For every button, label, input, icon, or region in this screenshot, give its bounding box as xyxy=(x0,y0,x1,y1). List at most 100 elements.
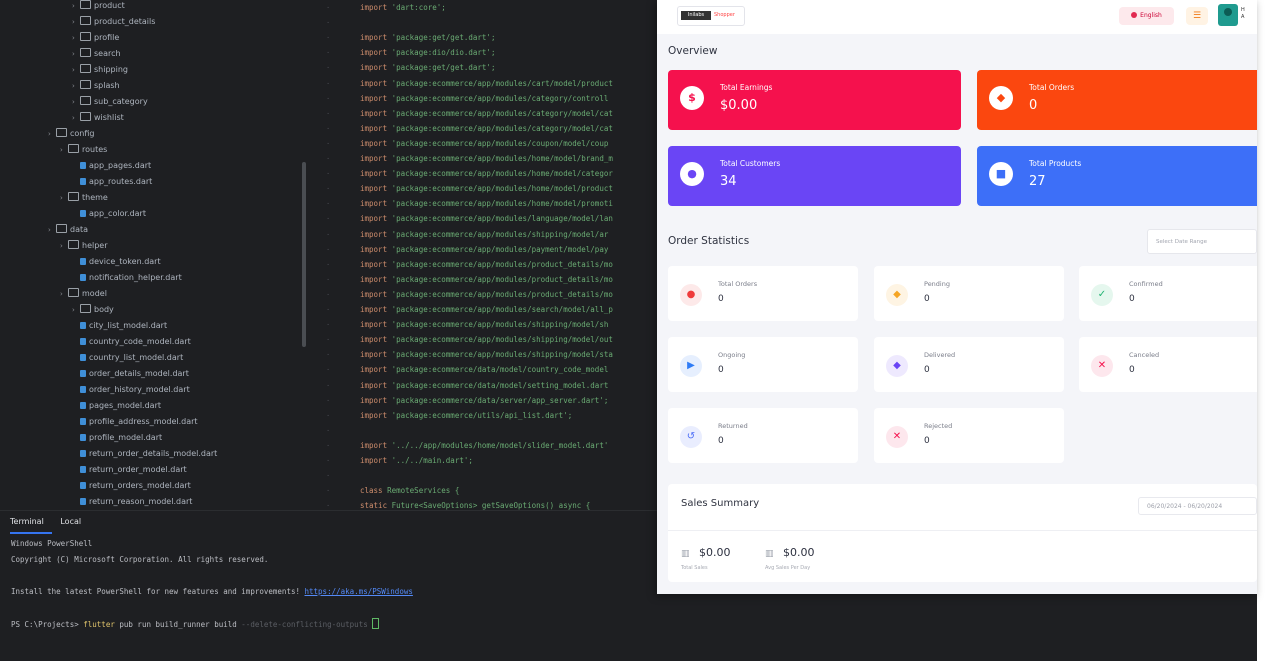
order-stat-card[interactable]: ◆ Delivered 0 xyxy=(874,337,1064,392)
chevron-right-icon[interactable]: › xyxy=(72,14,80,30)
chevron-right-icon[interactable]: › xyxy=(60,238,68,254)
chevron-right-icon[interactable]: › xyxy=(60,142,68,158)
explorer-item[interactable]: › sub_category xyxy=(72,94,148,110)
explorer-item-label: order_details_model.dart xyxy=(89,369,189,378)
explorer-scrollbar[interactable] xyxy=(302,162,306,347)
chevron-right-icon[interactable]: › xyxy=(72,94,80,110)
explorer-item[interactable]: country_list_model.dart xyxy=(72,350,183,366)
code-line: import 'package:ecommerce/app/modules/ho… xyxy=(360,154,613,163)
order-stat-label: Returned xyxy=(718,422,748,430)
total-customers-card[interactable]: ● Total Customers 34 xyxy=(668,146,961,206)
explorer-item[interactable]: › routes xyxy=(60,142,107,158)
chevron-right-icon[interactable]: › xyxy=(60,190,68,206)
terminal-link[interactable]: https://aka.ms/PSWindows xyxy=(305,587,413,596)
code-string: 'package:ecommerce/app/modules/shipping/… xyxy=(391,335,613,345)
tab-terminal[interactable]: Terminal xyxy=(10,517,44,526)
code-editor[interactable]: ··································· impo… xyxy=(312,0,658,510)
chevron-right-icon[interactable]: › xyxy=(48,222,56,238)
total-products-card[interactable]: ■ Total Products 27 xyxy=(977,146,1257,206)
line-number: · xyxy=(326,79,331,88)
explorer-item[interactable]: city_list_model.dart xyxy=(72,318,167,334)
card-value: 27 xyxy=(1029,174,1046,189)
explorer-item-label: notification_helper.dart xyxy=(89,273,182,282)
order-stat-card[interactable]: ▶ Ongoing 0 xyxy=(668,337,858,392)
explorer-item[interactable]: › product xyxy=(72,0,125,14)
explorer-item[interactable]: order_history_model.dart xyxy=(72,382,190,398)
chevron-right-icon[interactable]: › xyxy=(48,126,56,142)
explorer-item[interactable]: profile_address_model.dart xyxy=(72,414,198,430)
code-line: import 'package:ecommerce/app/modules/sh… xyxy=(360,230,608,239)
order-stat-label: Canceled xyxy=(1129,351,1160,359)
explorer-item-label: app_color.dart xyxy=(89,209,146,218)
explorer-item[interactable]: › model xyxy=(60,286,107,302)
explorer-item[interactable]: › product_details xyxy=(72,14,155,30)
order-stat-card[interactable]: ✕ Canceled 0 xyxy=(1079,337,1257,392)
code-string: 'package:ecommerce/app/modules/product_d… xyxy=(391,274,613,284)
chevron-right-icon[interactable]: › xyxy=(72,30,80,46)
total-earnings-card[interactable]: $ Total Earnings $0.00 xyxy=(668,70,961,130)
explorer-item[interactable]: device_token.dart xyxy=(72,254,161,270)
explorer-item[interactable]: order_details_model.dart xyxy=(72,366,189,382)
notification-button[interactable]: ☰ xyxy=(1186,7,1208,25)
explorer-item[interactable]: › body xyxy=(72,302,114,318)
explorer-item[interactable]: › search xyxy=(72,46,121,62)
explorer-item[interactable]: › profile xyxy=(72,30,119,46)
chevron-right-icon[interactable]: › xyxy=(60,286,68,302)
user-name: H xyxy=(1241,7,1245,13)
explorer-item[interactable]: return_order_details_model.dart xyxy=(72,446,217,462)
date-range-input[interactable]: Select Date Range xyxy=(1147,229,1257,254)
chevron-right-icon[interactable]: › xyxy=(72,62,80,78)
chevron-right-icon[interactable]: › xyxy=(72,302,80,318)
user-info[interactable]: HA xyxy=(1241,7,1245,21)
explorer-item[interactable]: pages_model.dart xyxy=(72,398,161,414)
explorer-item[interactable]: app_pages.dart xyxy=(72,158,151,174)
explorer-item[interactable]: › shipping xyxy=(72,62,128,78)
order-stat-card[interactable]: ↺ Returned 0 xyxy=(668,408,858,463)
language-selector[interactable]: English xyxy=(1119,7,1174,25)
code-line: import 'package:ecommerce/app/modules/ca… xyxy=(360,124,613,133)
explorer-item[interactable]: › helper xyxy=(60,238,108,254)
chevron-right-icon[interactable]: › xyxy=(72,0,80,14)
line-number: · xyxy=(326,170,331,179)
dart-file-icon xyxy=(80,434,86,441)
explorer-item[interactable]: › wishlist xyxy=(72,110,124,126)
explorer-item[interactable]: notification_helper.dart xyxy=(72,270,182,286)
chevron-right-icon[interactable]: › xyxy=(72,46,80,62)
explorer-item[interactable]: › config xyxy=(48,126,94,142)
code-string: 'package:ecommerce/utils/api_list.dart'; xyxy=(391,410,573,420)
explorer-item[interactable]: › splash xyxy=(72,78,120,94)
order-stat-card[interactable]: ● Total Orders 0 xyxy=(668,266,858,321)
terminal-line: Windows PowerShell xyxy=(11,539,92,548)
line-number: · xyxy=(326,426,331,435)
total-orders-card[interactable]: ◆ Total Orders 0 xyxy=(977,70,1257,130)
chevron-right-icon[interactable]: › xyxy=(72,78,80,94)
explorer-item[interactable]: › theme xyxy=(60,190,108,206)
explorer-item[interactable]: return_reason_model.dart xyxy=(72,494,192,510)
dart-file-icon xyxy=(80,482,86,489)
code-keyword: class xyxy=(360,486,383,496)
order-stat-card[interactable]: ◆ Pending 0 xyxy=(874,266,1064,321)
order-stat-card[interactable]: ✓ Confirmed 0 xyxy=(1079,266,1257,321)
explorer-item[interactable]: app_routes.dart xyxy=(72,174,152,190)
explorer-item[interactable]: return_orders_model.dart xyxy=(72,478,191,494)
chevron-right-icon[interactable]: › xyxy=(72,110,80,126)
explorer-item[interactable]: return_order_model.dart xyxy=(72,462,187,478)
brand-logo[interactable]: Inilabs Shopper xyxy=(677,6,745,26)
explorer-item[interactable]: › data xyxy=(48,222,88,238)
explorer-item[interactable]: profile_model.dart xyxy=(72,430,162,446)
card-label: Total Earnings xyxy=(720,83,773,92)
explorer-item-label: search xyxy=(94,49,121,58)
bar-chart-icon: ▥ xyxy=(765,549,774,559)
explorer-item-label: routes xyxy=(82,145,108,154)
sales-date-range-picker[interactable]: 06/20/2024 - 06/20/2024 xyxy=(1138,497,1257,515)
line-number: · xyxy=(326,124,331,133)
explorer-item[interactable]: country_code_model.dart xyxy=(72,334,191,350)
code-string: 'package:ecommerce/data/model/country_co… xyxy=(391,365,609,375)
code-string: 'package:ecommerce/app/modules/shipping/… xyxy=(391,350,613,360)
order-stat-card[interactable]: ✕ Rejected 0 xyxy=(874,408,1064,463)
tab-local[interactable]: Local xyxy=(60,517,81,526)
terminal-command: flutter xyxy=(83,620,115,629)
explorer-item[interactable]: app_color.dart xyxy=(72,206,146,222)
order-stat-label: Pending xyxy=(924,280,950,288)
avatar[interactable] xyxy=(1218,4,1238,26)
